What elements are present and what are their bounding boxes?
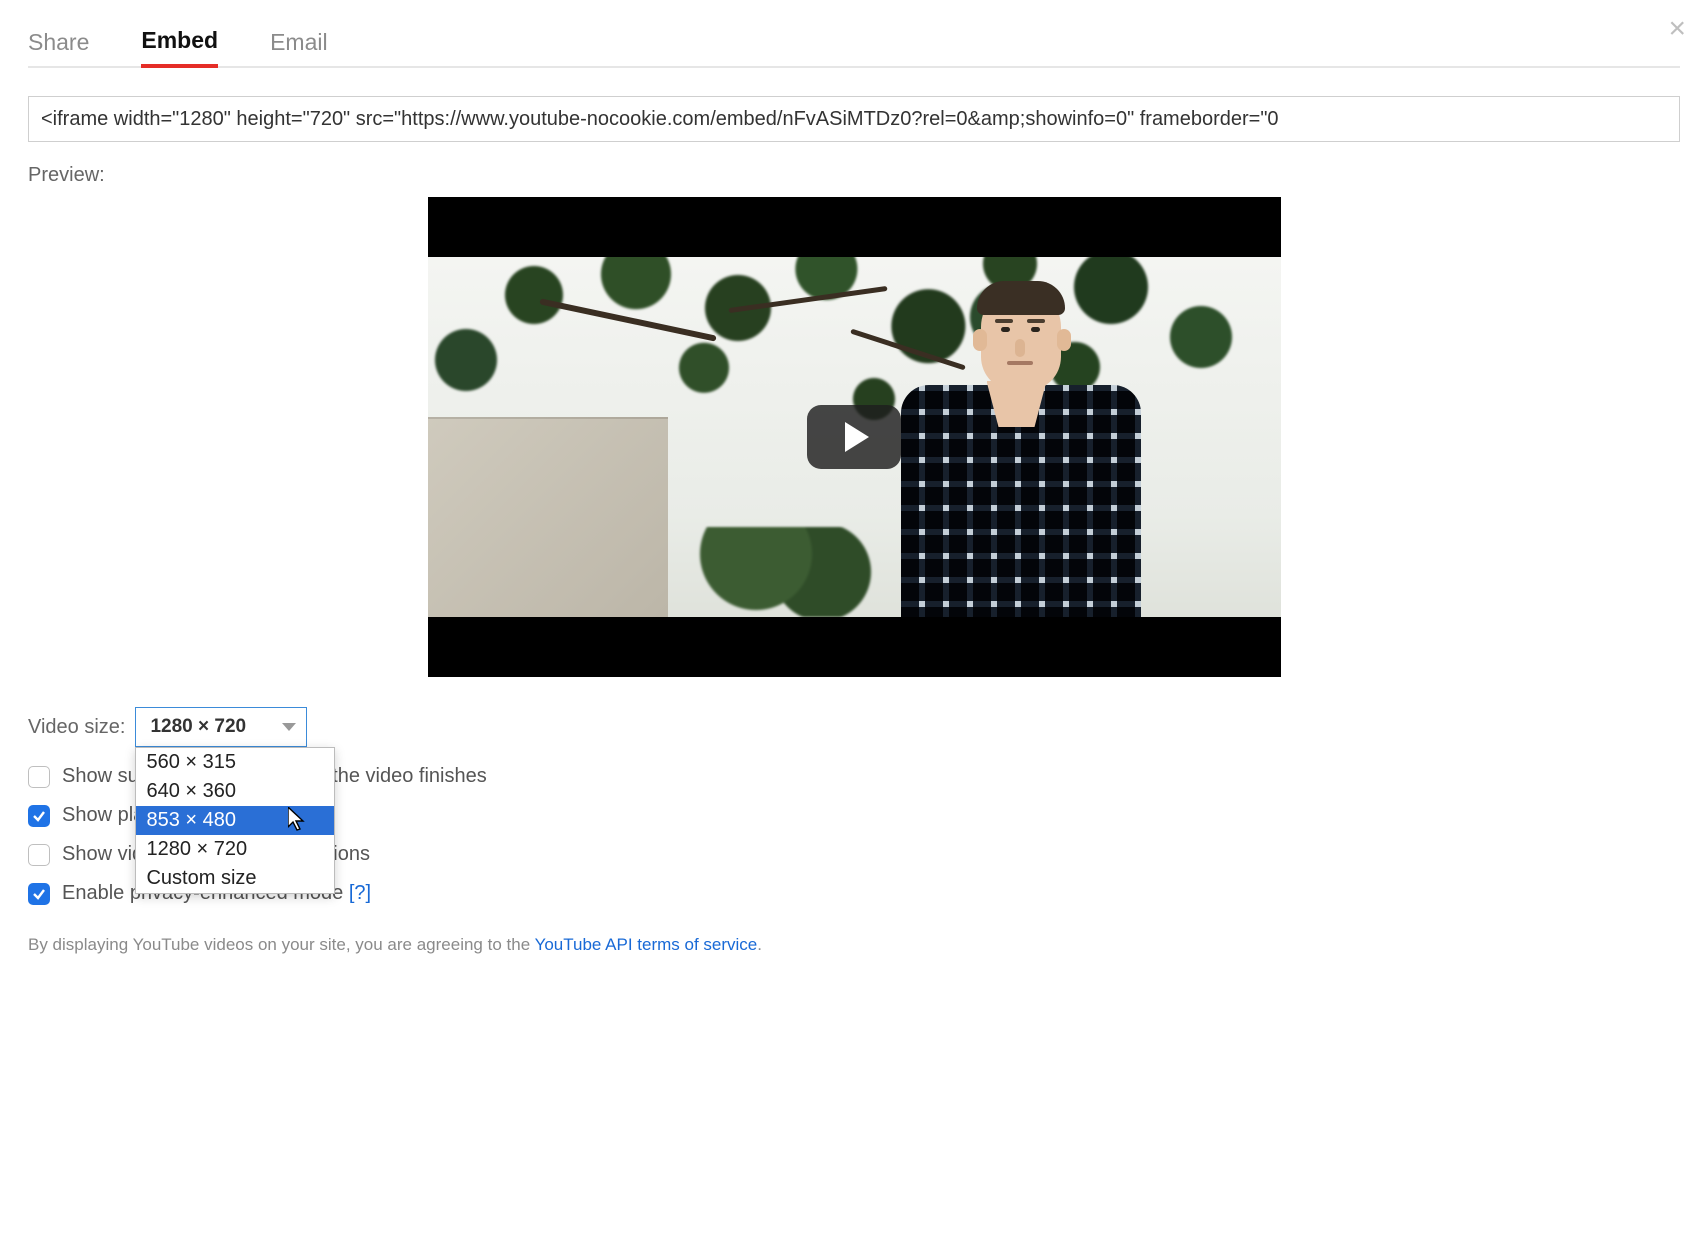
terms-prefix: By displaying YouTube videos on your sit… bbox=[28, 935, 535, 954]
play-icon bbox=[845, 422, 869, 452]
cursor-icon bbox=[288, 807, 308, 831]
checkbox-suggested-videos[interactable] bbox=[28, 766, 50, 788]
preview-label: Preview: bbox=[28, 164, 1680, 187]
checkbox-player-controls[interactable] bbox=[28, 805, 50, 827]
privacy-help-link[interactable]: [?] bbox=[349, 882, 371, 904]
video-size-label: Video size: bbox=[28, 716, 125, 739]
video-size-button[interactable]: 1280 × 720 bbox=[135, 707, 307, 747]
chevron-down-icon bbox=[282, 723, 296, 731]
size-option-1280x720[interactable]: 1280 × 720 bbox=[136, 835, 334, 864]
terms-link[interactable]: YouTube API terms of service bbox=[535, 935, 758, 954]
size-option-640x360[interactable]: 640 × 360 bbox=[136, 777, 334, 806]
video-still-person bbox=[891, 277, 1151, 617]
checkbox-video-title[interactable] bbox=[28, 844, 50, 866]
video-preview[interactable] bbox=[428, 197, 1281, 677]
play-button[interactable] bbox=[807, 405, 901, 469]
size-option-label: 853 × 480 bbox=[146, 809, 236, 831]
size-option-560x315[interactable]: 560 × 315 bbox=[136, 748, 334, 777]
video-size-dropdown: 560 × 315 640 × 360 853 × 480 1280 × 720… bbox=[135, 747, 335, 894]
checkbox-privacy-mode[interactable] bbox=[28, 883, 50, 905]
terms-suffix: . bbox=[757, 935, 762, 954]
size-option-custom[interactable]: Custom size bbox=[136, 864, 334, 893]
video-size-selected: 1280 × 720 bbox=[150, 716, 246, 738]
tab-email[interactable]: Email bbox=[270, 31, 328, 66]
tab-embed[interactable]: Embed bbox=[141, 29, 218, 68]
close-icon[interactable]: × bbox=[1668, 14, 1686, 44]
embed-code-input[interactable] bbox=[28, 96, 1680, 142]
tab-share[interactable]: Share bbox=[28, 31, 89, 66]
tab-bar: Share Embed Email bbox=[28, 20, 1680, 68]
video-size-select[interactable]: 1280 × 720 560 × 315 640 × 360 853 × 480… bbox=[135, 707, 307, 747]
terms-notice: By displaying YouTube videos on your sit… bbox=[28, 935, 1680, 955]
size-option-853x480[interactable]: 853 × 480 bbox=[136, 806, 334, 835]
